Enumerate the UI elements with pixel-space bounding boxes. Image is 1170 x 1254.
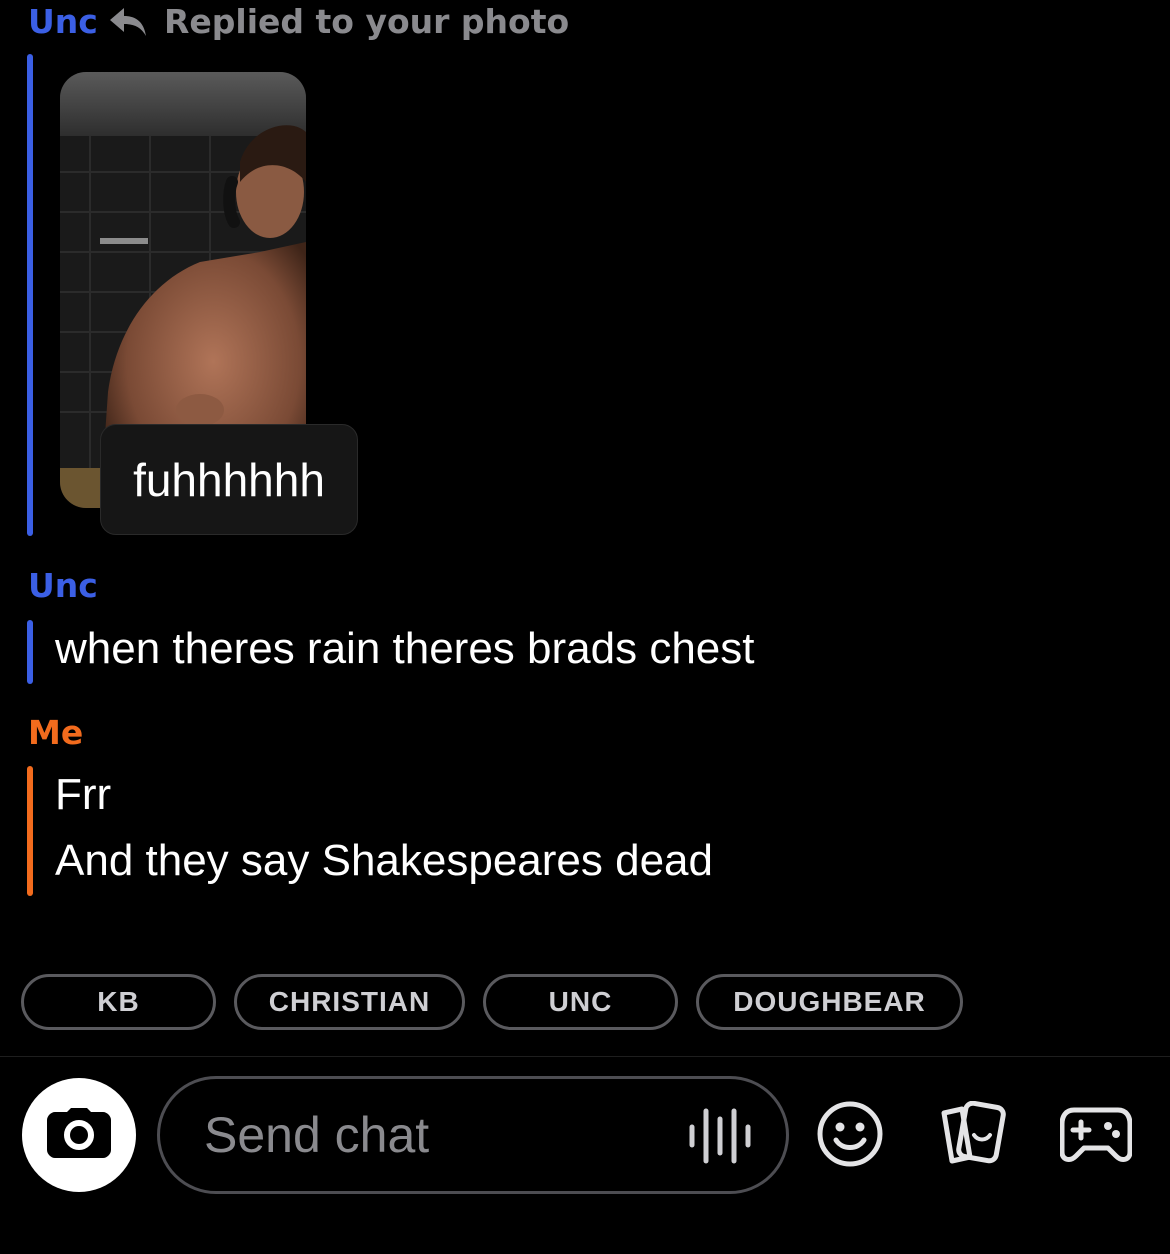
chip-unc[interactable]: UNC — [483, 974, 678, 1030]
message-text: when theres rain theres brads chest — [55, 624, 755, 673]
message-sender-unc: Unc — [28, 566, 98, 605]
voice-waveform-icon[interactable] — [688, 1105, 758, 1171]
reply-sender-name: Unc — [28, 2, 98, 41]
composer-divider — [0, 1056, 1170, 1057]
send-chat-input[interactable]: Send chat — [157, 1076, 789, 1194]
message-bar-me — [27, 766, 33, 896]
message-sender-me: Me — [28, 713, 84, 752]
message-bar-unc — [27, 620, 33, 684]
chip-christian[interactable]: CHRISTIAN — [234, 974, 465, 1030]
message-text: And they say Shakespeares dead — [55, 836, 714, 885]
replied-label-text: Replied to your photo — [164, 2, 570, 41]
cards-icon — [938, 1100, 1008, 1171]
chip-doughbear[interactable]: DOUGHBEAR — [696, 974, 963, 1030]
reply-thread-bar — [27, 54, 33, 536]
chip-kb[interactable]: KB — [21, 974, 216, 1030]
camera-button[interactable] — [22, 1078, 136, 1192]
emoji-button[interactable] — [816, 1100, 884, 1172]
send-chat-placeholder: Send chat — [204, 1107, 430, 1163]
stickers-button[interactable] — [938, 1100, 1008, 1171]
photo-reply-caption: fuhhhhhh — [100, 424, 358, 535]
gamepad-icon — [1059, 1104, 1133, 1168]
camera-icon — [47, 1108, 111, 1162]
smiley-icon — [816, 1100, 884, 1172]
message-text: Frr — [55, 770, 112, 819]
reply-arrow-icon — [108, 6, 148, 38]
games-button[interactable] — [1059, 1104, 1133, 1168]
replied-to-photo-label: Replied to your photo — [108, 2, 569, 41]
